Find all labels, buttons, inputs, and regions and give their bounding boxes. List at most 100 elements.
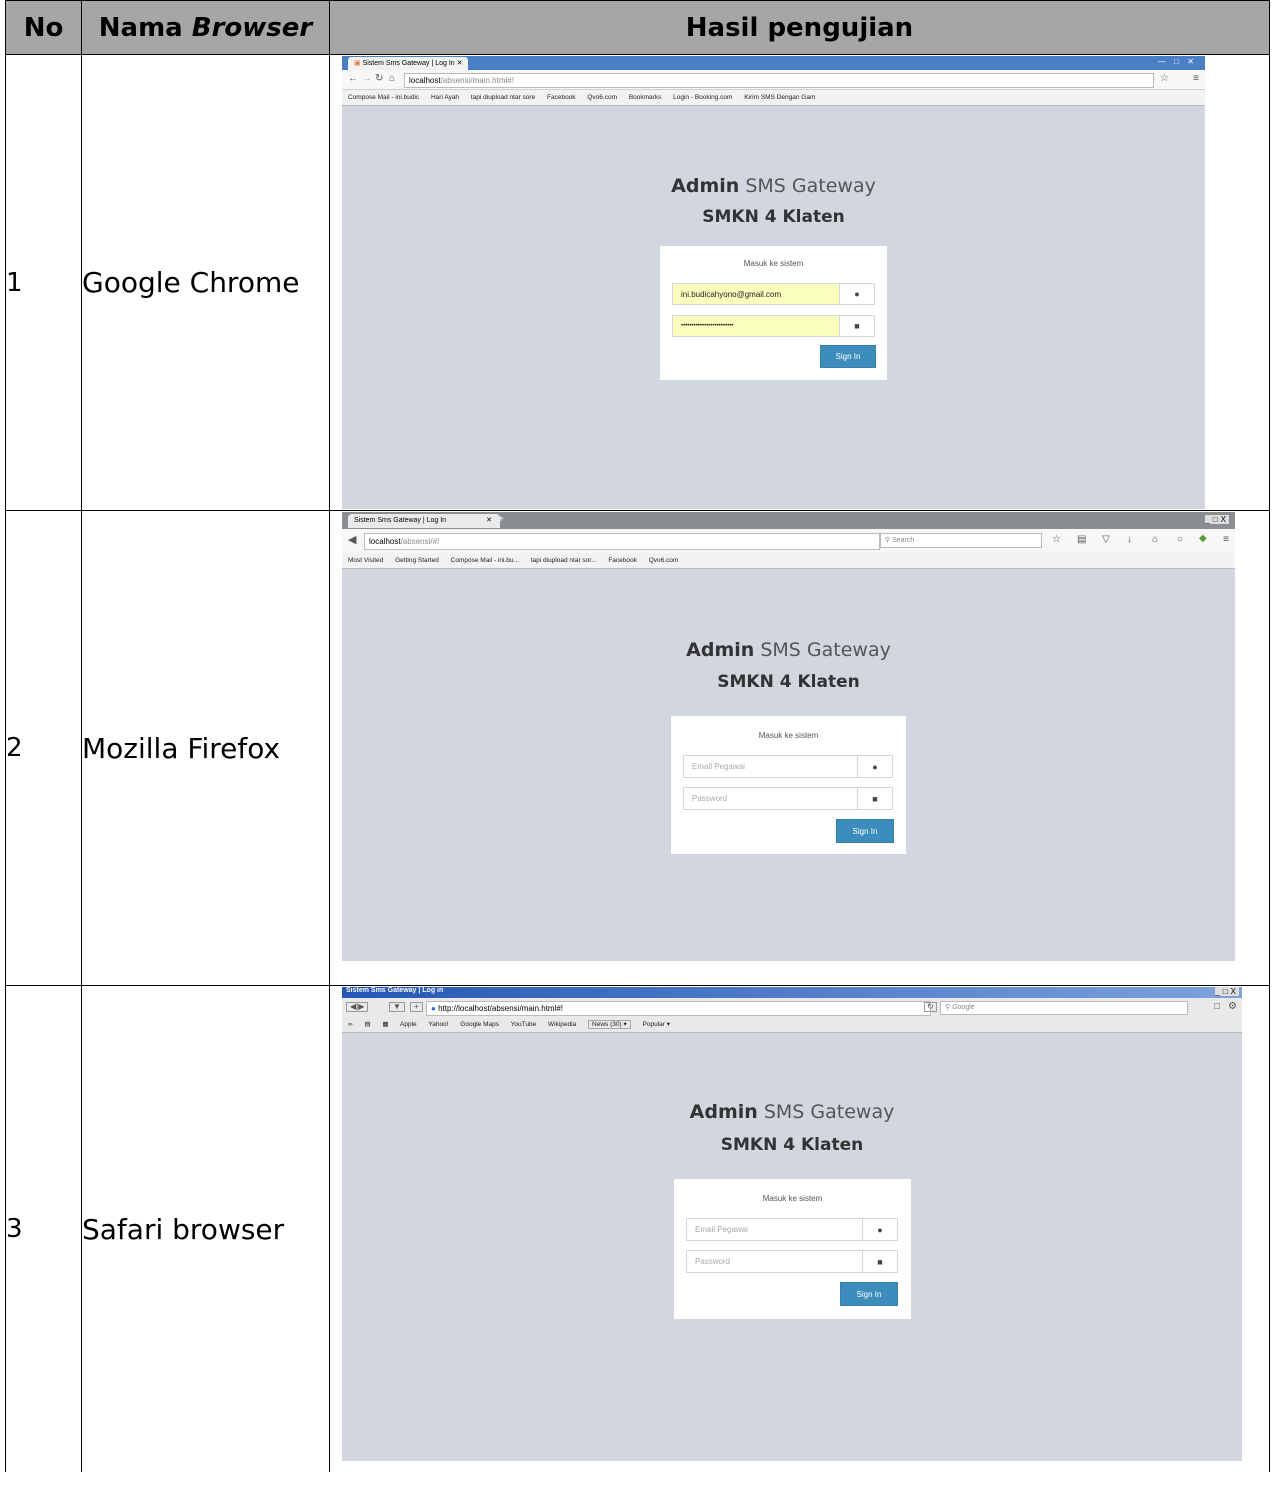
chat-icon[interactable]: ○: [1177, 535, 1183, 545]
login-title-light: SMS Gateway: [754, 639, 891, 661]
menu-icon[interactable]: ≡: [1193, 74, 1199, 84]
close-icon[interactable]: ✕: [457, 60, 463, 67]
menu-icon[interactable]: ≡: [1223, 535, 1229, 545]
sign-in-button[interactable]: Sign In: [836, 819, 894, 843]
reload-icon[interactable]: ↻: [924, 1002, 937, 1012]
bookmark-item[interactable]: Getting Started: [395, 557, 439, 564]
bookmark-item[interactable]: YouTube: [511, 1021, 537, 1028]
bookmark-item[interactable]: Facebook: [547, 94, 576, 101]
window-controls[interactable]: — □ ✕: [1158, 57, 1197, 66]
bookmark-item[interactable]: tapi diupload ntar sor...: [531, 557, 597, 564]
back-forward-icon[interactable]: ◀|▶: [346, 1002, 369, 1012]
forward-arrow-icon[interactable]: →: [362, 74, 372, 84]
bookmark-item[interactable]: Login - Booking.com: [673, 94, 732, 101]
bookmark-add-icon[interactable]: ▼: [389, 1002, 405, 1012]
bookmark-item[interactable]: Google Maps: [460, 1021, 499, 1028]
search-icon: ⚲: [885, 537, 891, 544]
firefox-tab-bar: Sistem Sms Gateway | Log In ✕ + _□X: [342, 512, 1235, 529]
tab-title: Sistem Sms Gateway | Log In: [362, 60, 455, 67]
header-name-italic: Browser: [191, 12, 313, 43]
bookmark-item[interactable]: Most Visited: [348, 557, 383, 564]
header-name-prefix: Nama: [98, 12, 192, 43]
tab-title: Sistem Sms Gateway | Log In: [354, 517, 447, 524]
home-icon[interactable]: ⌂: [389, 74, 395, 84]
star-icon[interactable]: ☆: [1160, 74, 1169, 84]
chrome-tab-bar: ▣ Sistem Sms Gateway | Log In ✕ — □ ✕: [342, 56, 1205, 70]
login-title: Admin SMS Gateway: [342, 175, 1205, 197]
reload-icon[interactable]: ↻: [375, 74, 383, 84]
password-field[interactable]: Password ■: [686, 1250, 898, 1273]
bookmark-item[interactable]: Yahoo!: [428, 1021, 448, 1028]
bookmark-item[interactable]: tapi diupload ntar sore: [471, 94, 535, 101]
bookmark-item[interactable]: Qvo6.com: [649, 557, 679, 564]
bookmark-item[interactable]: Apple: [400, 1021, 417, 1028]
row-no: 2: [5, 510, 82, 986]
address-bar[interactable]: ● http://localhost/absensi/main.html#!: [426, 1001, 931, 1016]
search-field[interactable]: ⚲ Google: [940, 1001, 1188, 1015]
add-icon[interactable]: +: [410, 1002, 423, 1012]
row-no: 3: [5, 985, 82, 1472]
login-title-light: SMS Gateway: [739, 175, 876, 197]
sign-in-button[interactable]: Sign In: [820, 345, 876, 368]
login-message: Masuk ke sistem: [743, 259, 804, 268]
page-icon[interactable]: □: [1214, 1002, 1220, 1012]
user-icon: ●: [839, 284, 874, 304]
bookmark-item[interactable]: Bookmarks: [629, 94, 662, 101]
login-box: Masuk ke sistem Email Pegawai ● Password…: [671, 716, 906, 854]
sign-in-button[interactable]: Sign In: [840, 1282, 898, 1306]
email-field[interactable]: Email Pegawai ●: [686, 1218, 898, 1241]
row-browser-name: Safari browser: [81, 985, 330, 1472]
chrome-screenshot: ▣ Sistem Sms Gateway | Log In ✕ — □ ✕ ← …: [342, 56, 1205, 509]
bookmark-item[interactable]: News (30) ▾: [588, 1020, 631, 1029]
email-field[interactable]: Email Pegawai ●: [683, 755, 893, 778]
close-icon[interactable]: ✕: [486, 516, 492, 526]
firefox-tab[interactable]: Sistem Sms Gateway | Log In ✕: [348, 514, 500, 528]
email-field[interactable]: ini.budicahyono@gmail.com ●: [672, 283, 875, 305]
login-subtitle: SMKN 4 Klaten: [720, 1135, 864, 1155]
test-results-table: No Nama Browser Hasil pengujian 1 Google…: [5, 0, 1270, 1472]
login-title-light: SMS Gateway: [757, 1101, 895, 1123]
star-icon[interactable]: ☆: [1052, 535, 1061, 545]
lock-icon: ■: [862, 1251, 897, 1272]
firefox-screenshot: Sistem Sms Gateway | Log In ✕ + _□X ◀ lo…: [342, 512, 1235, 961]
password-field[interactable]: Password ■: [683, 787, 893, 810]
bookmark-item[interactable]: Kirim SMS Dengan Gam: [744, 94, 815, 101]
address-bar[interactable]: localhost/absensi/#!: [364, 533, 880, 550]
window-controls[interactable]: _□X: [1205, 515, 1229, 524]
search-icon: ⚲: [945, 1004, 951, 1011]
grid-icon[interactable]: ▦: [382, 1021, 388, 1028]
row-browser-name: Mozilla Firefox: [81, 510, 330, 986]
new-tab-icon[interactable]: +: [498, 515, 504, 525]
back-arrow-icon[interactable]: ◀: [348, 535, 356, 546]
bookmark-item[interactable]: Hari Ayah: [431, 94, 459, 101]
bookmark-item[interactable]: Compose Mail - ini.bu...: [451, 557, 519, 564]
bookmark-item[interactable]: Popular ▾: [643, 1021, 670, 1028]
back-arrow-icon[interactable]: ←: [348, 74, 358, 84]
addon-icon[interactable]: ◆: [1199, 534, 1207, 544]
home-icon[interactable]: ⌂: [1152, 535, 1158, 545]
window-controls[interactable]: _□X: [1215, 987, 1239, 996]
download-icon[interactable]: ↓: [1127, 535, 1132, 545]
bookmark-item[interactable]: Compose Mail - ini.budic: [348, 94, 419, 101]
reading-icon[interactable]: ∞: [348, 1021, 353, 1028]
password-field[interactable]: ••••••••••••••••••••••••• ■: [672, 315, 875, 337]
gear-icon[interactable]: ⚙: [1228, 1002, 1237, 1012]
book-icon[interactable]: ▤: [364, 1021, 370, 1028]
safari-bookmarks-bar: ∞ ▤ ▦ Apple Yahoo! Google Maps YouTube W…: [342, 1018, 1242, 1033]
login-message: Masuk ke sistem: [758, 731, 819, 740]
result-cell: Sistem Sms Gateway | Log In ✕ + _□X ◀ lo…: [329, 510, 1270, 986]
url-path: /absensi/#!: [400, 537, 440, 546]
email-placeholder: Email Pegawai: [692, 762, 745, 771]
bookmark-item[interactable]: Qvo6.com: [587, 94, 617, 101]
chrome-tab[interactable]: ▣ Sistem Sms Gateway | Log In ✕: [348, 57, 469, 70]
login-title-bold: Admin: [671, 175, 740, 197]
user-icon: ●: [857, 756, 892, 777]
clipboard-icon[interactable]: ▤: [1077, 535, 1086, 545]
lock-icon: ■: [857, 788, 892, 809]
pocket-icon[interactable]: ▽: [1102, 535, 1110, 545]
bookmark-item[interactable]: Facebook: [608, 557, 637, 564]
address-bar[interactable]: localhost/absensi/main.html#!: [404, 73, 1154, 88]
bookmark-item[interactable]: Wikipedia: [548, 1021, 576, 1028]
search-field[interactable]: ⚲ Search: [880, 533, 1042, 548]
login-title-bold: Admin: [689, 1101, 758, 1123]
